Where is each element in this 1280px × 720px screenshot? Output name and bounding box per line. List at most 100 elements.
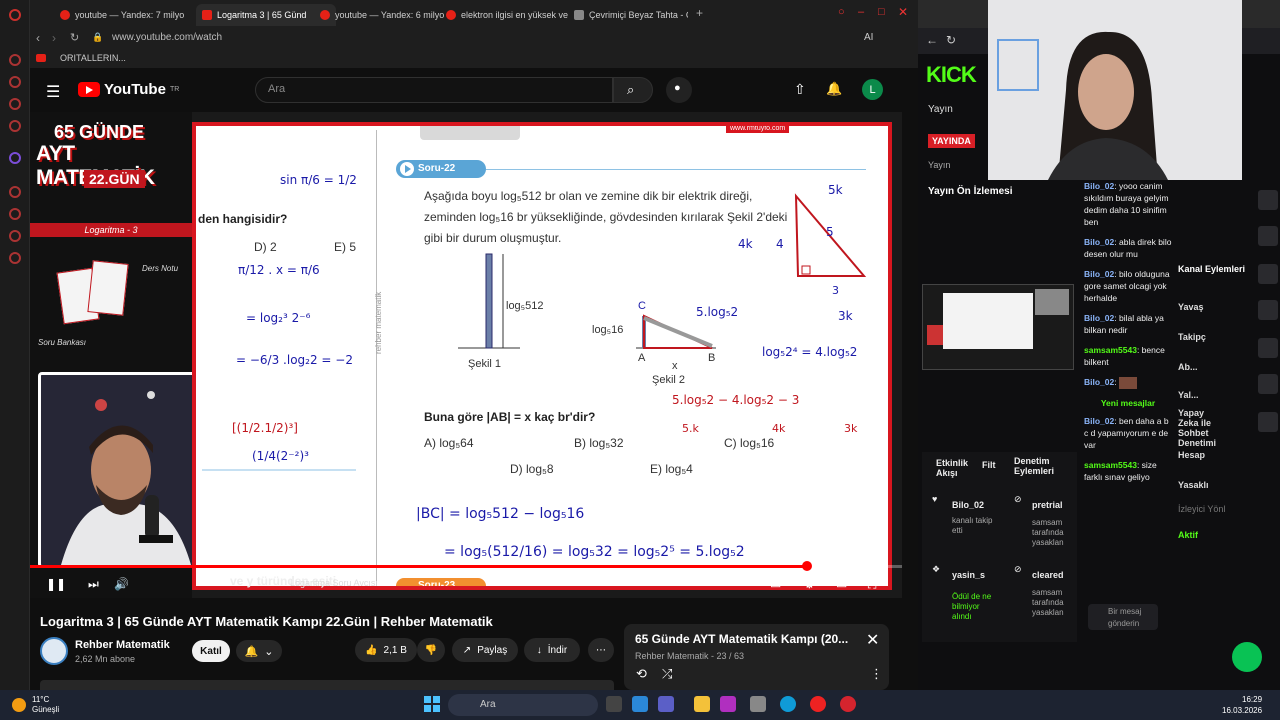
tab-yandex-2[interactable]: youtube — Yandex: 6 milyo xyxy=(314,4,444,26)
ai-button[interactable]: AI xyxy=(864,32,873,43)
progress-bar[interactable] xyxy=(30,561,902,571)
playlist-title[interactable]: 65 Günde AYT Matematik Kampı (20... xyxy=(635,632,848,646)
sidebar-app-icon[interactable] xyxy=(9,208,21,220)
tab-yandex-1[interactable]: youtube — Yandex: 7 milyo xyxy=(54,4,194,26)
action-emote-only[interactable]: Yal... xyxy=(1178,390,1199,400)
chat-input[interactable]: Bir mesaj gönderin xyxy=(1088,604,1158,630)
like-button[interactable]: 👍 2,1 B xyxy=(355,638,417,662)
action-subscribers[interactable]: Ab... xyxy=(1178,362,1198,372)
youtube-logo[interactable]: YouTube TR xyxy=(78,81,179,98)
event-user[interactable]: Bilo_02 xyxy=(952,500,984,510)
close-window-button[interactable]: ✕ xyxy=(898,5,908,19)
event-user[interactable]: yasin_s xyxy=(952,570,985,580)
shuffle-icon[interactable]: ⤮ xyxy=(662,666,672,682)
chat-user[interactable]: Bilo_02 xyxy=(1084,237,1114,247)
copilot-icon[interactable] xyxy=(632,696,648,712)
description-box[interactable] xyxy=(40,680,614,690)
voice-search-button[interactable]: ● xyxy=(666,77,692,103)
more-icon[interactable]: ⋮ xyxy=(870,666,883,682)
notification-button[interactable]: 🔔 ⌄ xyxy=(236,640,282,662)
volume-icon[interactable]: 🔊 xyxy=(114,577,129,591)
document-icon[interactable] xyxy=(1258,264,1278,284)
twitch-icon[interactable] xyxy=(9,152,21,164)
action-viewer-mgmt[interactable]: İzleyici Yönl xyxy=(1178,504,1225,514)
subtitles-icon[interactable]: ▭ xyxy=(770,577,781,591)
video-player[interactable]: 65 GÜNDE AYT MATEMATİK 22.GÜN Logaritma … xyxy=(30,112,902,598)
chat-user[interactable]: samsam5543 xyxy=(1084,460,1137,470)
sidebar-app-icon[interactable] xyxy=(9,98,21,110)
back-icon[interactable]: ‹ xyxy=(36,31,40,45)
menu-icon[interactable]: ☰ xyxy=(46,82,60,102)
theater-icon[interactable]: ▭ xyxy=(836,577,847,591)
search-input[interactable]: Ara xyxy=(255,77,613,103)
share-button[interactable]: ↗ Paylaş xyxy=(452,638,518,662)
action-ai-moderation[interactable]: Yapay Zeka ile Sohbet Denetimi xyxy=(1178,408,1222,448)
assistant-button[interactable] xyxy=(1232,642,1262,672)
explorer-icon[interactable] xyxy=(694,696,710,712)
action-followers[interactable]: Takipç xyxy=(1178,332,1206,342)
lightning-icon[interactable] xyxy=(1258,226,1278,246)
dislike-button[interactable]: 👎 xyxy=(417,638,445,662)
fullscreen-icon[interactable]: ⛶ xyxy=(868,577,876,592)
close-icon[interactable]: ✕ xyxy=(866,630,879,650)
chat-icon[interactable] xyxy=(1258,300,1278,320)
weather-icon[interactable] xyxy=(12,698,26,712)
camera-icon[interactable] xyxy=(1258,190,1278,210)
bookmark-item[interactable]: ORITALLERIN... xyxy=(60,53,126,63)
settings-icon[interactable] xyxy=(9,252,21,264)
chat-user[interactable]: Bilo_02 xyxy=(1084,377,1114,387)
reload-icon[interactable]: ↻ xyxy=(946,33,956,47)
weather-widget[interactable]: 11°C Güneşli xyxy=(32,695,59,715)
opera-logo-icon[interactable] xyxy=(9,9,21,21)
chat-user[interactable]: samsam5543 xyxy=(1084,345,1137,355)
channel-name[interactable]: Rehber Matematik xyxy=(75,639,170,651)
next-icon[interactable]: ⏭ xyxy=(88,577,99,592)
maximize-button[interactable]: □ xyxy=(878,6,885,18)
filter-button[interactable]: Filt xyxy=(982,460,996,470)
back-icon[interactable]: ← xyxy=(926,33,938,47)
wrench-icon[interactable] xyxy=(1258,412,1278,432)
action-slow-mode[interactable]: Yavaş xyxy=(1178,302,1204,312)
aktif-status[interactable]: Aktif xyxy=(1178,530,1198,540)
opera-icon[interactable] xyxy=(840,696,856,712)
search-tabs-icon[interactable]: ○ xyxy=(838,6,845,18)
download-button[interactable]: ↓ İndir xyxy=(524,638,580,662)
tab-search[interactable]: elektron ilgisi en yüksek ve xyxy=(440,4,570,26)
upload-icon[interactable]: ⇧ xyxy=(794,81,806,98)
mod-event-user[interactable]: cleared xyxy=(1032,570,1064,580)
app-icon[interactable] xyxy=(750,696,766,712)
windows-start-icon[interactable] xyxy=(424,696,440,712)
new-messages-divider[interactable]: Yeni mesajlar xyxy=(1084,397,1172,409)
chat-user[interactable]: Bilo_02 xyxy=(1084,416,1114,426)
settings-icon[interactable]: ⚙ xyxy=(804,577,815,591)
minimize-button[interactable]: – xyxy=(858,6,864,18)
sidebar-app-icon[interactable] xyxy=(9,54,21,66)
sidebar-app-icon[interactable] xyxy=(9,120,21,132)
sidebar-app-icon[interactable] xyxy=(9,230,21,242)
tab-whiteboard[interactable]: Çevrimiçi Beyaz Tahta - Ç xyxy=(568,4,688,26)
new-tab-button[interactable]: + xyxy=(696,6,703,20)
action-account[interactable]: Hesap xyxy=(1178,450,1205,460)
task-view-icon[interactable] xyxy=(606,696,622,712)
bell-icon[interactable]: 🔔 xyxy=(826,81,842,97)
action-banned[interactable]: Yasaklı xyxy=(1178,480,1209,490)
app-icon[interactable] xyxy=(720,696,736,712)
join-button[interactable]: Katıl xyxy=(192,640,230,662)
mod-event-user[interactable]: pretrial xyxy=(1032,500,1063,510)
forward-icon[interactable]: › xyxy=(52,31,56,45)
more-actions-button[interactable]: ⋯ xyxy=(588,638,614,662)
url-field[interactable]: www.youtube.com/watch xyxy=(112,32,222,43)
teams-icon[interactable] xyxy=(658,696,674,712)
pause-icon[interactable]: ❚❚ xyxy=(46,577,66,591)
search-button[interactable]: ⌕ xyxy=(613,77,653,103)
chat-user[interactable]: Bilo_02 xyxy=(1084,269,1114,279)
edge-icon[interactable] xyxy=(780,696,796,712)
system-clock[interactable]: 16:29 16.03.2026 xyxy=(1222,694,1262,716)
chat-user[interactable]: Bilo_02 xyxy=(1084,313,1114,323)
channel-avatar[interactable] xyxy=(40,637,68,665)
sidebar-app-icon[interactable] xyxy=(9,186,21,198)
chat-user[interactable]: Bilo_02 xyxy=(1084,181,1114,191)
user-avatar[interactable]: L xyxy=(862,79,883,100)
broadcast-icon[interactable] xyxy=(1258,338,1278,358)
chapter-label[interactable]: Logaritma Soru Avcısı xyxy=(290,578,378,588)
